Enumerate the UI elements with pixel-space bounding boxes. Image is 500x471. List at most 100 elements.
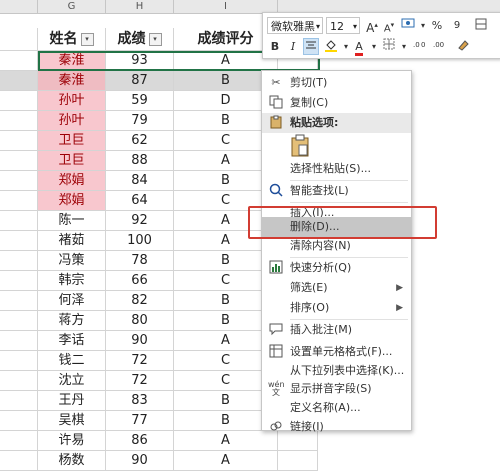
bold-button[interactable]: B — [267, 38, 283, 55]
score-cell[interactable]: 79 — [106, 111, 174, 131]
name-cell[interactable]: 吴棋 — [38, 411, 106, 431]
chevron-down-icon[interactable]: ▾ — [396, 38, 412, 55]
score-cell[interactable]: 90 — [106, 331, 174, 351]
score-cell[interactable]: 87 — [106, 71, 174, 91]
table-row[interactable]: 卫巨 88 A — [0, 151, 500, 171]
menu-item-copy[interactable]: 复制(C) — [262, 93, 411, 113]
menu-item-paste-special[interactable]: 选择性粘贴(S)... — [262, 159, 411, 179]
score-cell[interactable]: 77 — [106, 411, 174, 431]
name-cell[interactable]: 何泽 — [38, 291, 106, 311]
table-row[interactable]: 钱二 72 C — [0, 351, 500, 371]
blank-cell[interactable] — [0, 151, 38, 171]
name-cell[interactable]: 孙叶 — [38, 91, 106, 111]
blank-cell[interactable] — [0, 111, 38, 131]
table-row[interactable]: 冯策 78 B — [0, 251, 500, 271]
name-cell[interactable]: 许易 — [38, 431, 106, 451]
currency-format-button[interactable] — [400, 17, 416, 34]
table-row[interactable]: 吴棋 77 B — [0, 411, 500, 431]
name-cell[interactable]: 王丹 — [38, 391, 106, 411]
score-cell[interactable]: 84 — [106, 171, 174, 191]
blank-cell[interactable] — [0, 411, 38, 431]
menu-item-filter[interactable]: 筛选(E) ▶ — [262, 278, 411, 298]
score-cell[interactable]: 72 — [106, 371, 174, 391]
menu-item-link[interactable]: 链接(I) — [262, 417, 411, 437]
table-row[interactable]: 孙叶 59 D — [0, 91, 500, 111]
score-cell[interactable]: 100 — [106, 231, 174, 251]
blank-cell[interactable] — [0, 251, 38, 271]
name-cell[interactable]: 褚茹 — [38, 231, 106, 251]
name-cell[interactable]: 杨数 — [38, 451, 106, 471]
score-cell[interactable]: 90 — [106, 451, 174, 471]
name-cell[interactable]: 卫巨 — [38, 151, 106, 171]
name-cell[interactable]: 秦淮 — [38, 71, 106, 91]
menu-item-smart-lookup[interactable]: 智能查找(L) — [262, 181, 411, 201]
name-cell[interactable]: 钱二 — [38, 351, 106, 371]
name-cell[interactable]: 秦淮 — [38, 51, 106, 71]
blank-cell[interactable] — [0, 191, 38, 211]
table-row[interactable]: 秦淮 87 B — [0, 71, 500, 91]
score-cell[interactable]: 80 — [106, 311, 174, 331]
format-painter-icon[interactable] — [473, 17, 489, 34]
percent-button[interactable]: % — [429, 17, 445, 34]
name-cell[interactable]: 郑娟 — [38, 191, 106, 211]
header-score-cell[interactable]: 成绩 ▾ — [106, 28, 174, 51]
blank-cell[interactable] — [0, 391, 38, 411]
borders-button[interactable] — [381, 38, 397, 55]
score-cell[interactable]: 78 — [106, 251, 174, 271]
name-cell[interactable]: 沈立 — [38, 371, 106, 391]
filter-dropdown-button[interactable]: ▾ — [80, 32, 94, 46]
name-cell[interactable]: 韩宗 — [38, 271, 106, 291]
font-name-dropdown[interactable]: 微软雅黑 ▾ — [267, 17, 323, 34]
table-row[interactable]: 许易 86 A — [0, 431, 500, 451]
score-cell[interactable]: 86 — [106, 431, 174, 451]
score-cell[interactable]: 62 — [106, 131, 174, 151]
menu-item-quick-analysis[interactable]: 快速分析(Q) — [262, 258, 411, 278]
align-center-button[interactable] — [303, 38, 319, 55]
table-row[interactable]: 韩宗 66 C — [0, 271, 500, 291]
score-cell[interactable]: 92 — [106, 211, 174, 231]
blank-cell[interactable] — [0, 331, 38, 351]
chevron-down-icon[interactable]: ▾ — [366, 38, 382, 55]
table-row[interactable]: 孙叶 79 B — [0, 111, 500, 131]
table-row[interactable]: 何泽 82 B — [0, 291, 500, 311]
score-cell[interactable]: 83 — [106, 391, 174, 411]
score-cell[interactable]: 88 — [106, 151, 174, 171]
blank-cell[interactable] — [278, 451, 318, 471]
score-cell[interactable]: 64 — [106, 191, 174, 211]
blank-cell[interactable] — [0, 71, 38, 91]
menu-item-define-name[interactable]: 定义名称(A)... — [262, 398, 411, 418]
clear-format-button[interactable] — [455, 38, 471, 55]
score-cell[interactable]: 82 — [106, 291, 174, 311]
table-row[interactable]: 李话 90 A — [0, 331, 500, 351]
shrink-font-button[interactable]: A▾ — [381, 17, 397, 34]
blank-cell[interactable] — [0, 291, 38, 311]
blank-cell[interactable] — [0, 131, 38, 151]
grade-cell[interactable]: A — [174, 451, 278, 471]
menu-item-insert-comment[interactable]: 插入批注(M) — [262, 320, 411, 340]
header-name-cell[interactable]: 姓名 ▾ — [38, 28, 106, 51]
table-row[interactable]: 蒋方 80 B — [0, 311, 500, 331]
blank-cell[interactable] — [0, 211, 38, 231]
blank-cell[interactable] — [0, 91, 38, 111]
column-header-h[interactable]: H — [106, 0, 174, 13]
name-cell[interactable]: 蒋方 — [38, 311, 106, 331]
fill-color-button[interactable] — [323, 38, 339, 55]
italic-button[interactable]: I — [285, 38, 301, 55]
font-size-dropdown[interactable]: 12 ▾ — [326, 17, 360, 34]
menu-item-format-cells[interactable]: 设置单元格格式(F)... — [262, 342, 411, 362]
table-row[interactable]: 卫巨 62 C — [0, 131, 500, 151]
table-row[interactable]: 王丹 83 B — [0, 391, 500, 411]
score-cell[interactable]: 72 — [106, 351, 174, 371]
table-row[interactable]: 郑娟 84 B — [0, 171, 500, 191]
row-header-corner[interactable] — [0, 0, 38, 13]
menu-item-cut[interactable]: ✂ 剪切(T) — [262, 73, 411, 93]
menu-item-clear-contents[interactable]: 清除内容(N) — [262, 236, 411, 256]
name-cell[interactable]: 陈一 — [38, 211, 106, 231]
score-cell[interactable]: 93 — [106, 51, 174, 71]
blank-cell[interactable] — [0, 171, 38, 191]
name-cell[interactable]: 郑娟 — [38, 171, 106, 191]
blank-cell[interactable] — [0, 28, 38, 51]
blank-cell[interactable] — [0, 51, 38, 71]
comma-style-button[interactable]: 9 — [449, 17, 465, 34]
blank-cell[interactable] — [0, 351, 38, 371]
